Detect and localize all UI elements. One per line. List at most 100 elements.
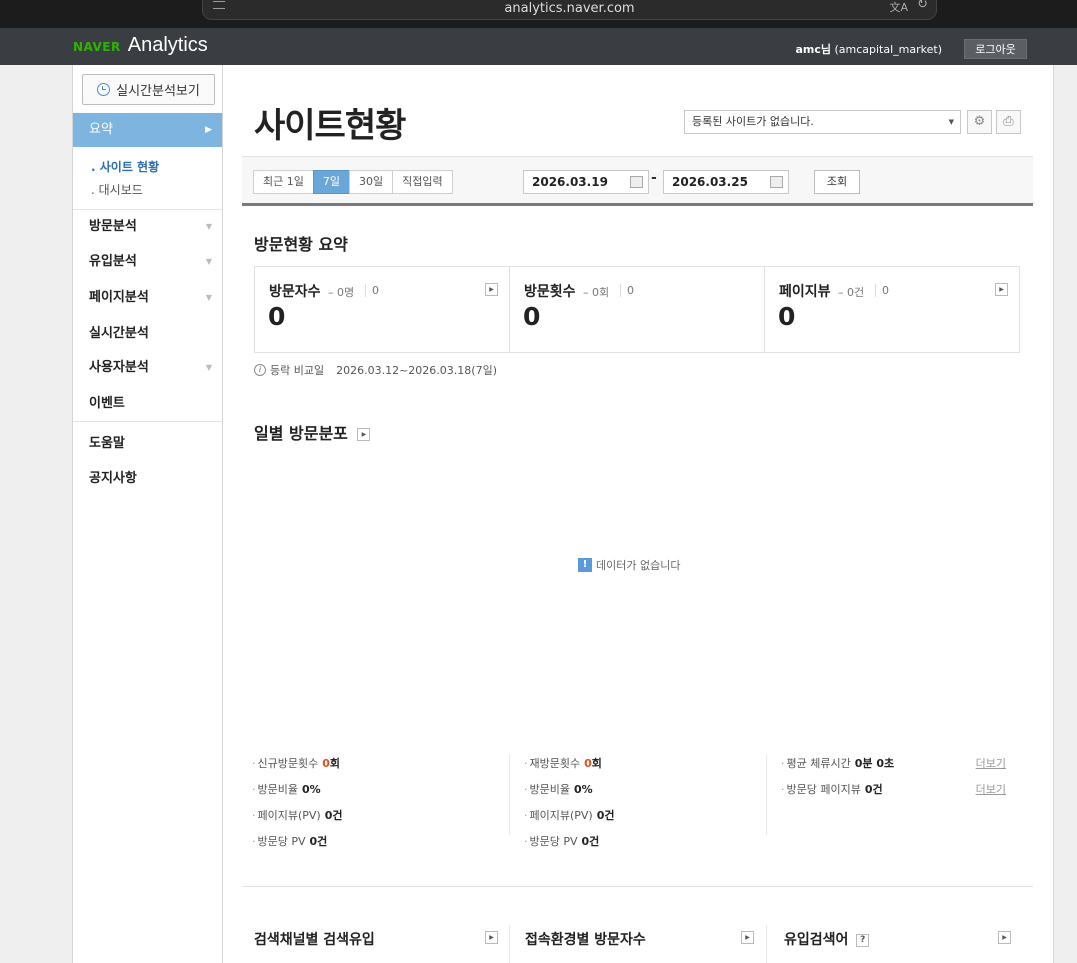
help-icon[interactable]: ? [856,933,870,947]
user-info: amc님 (amcapital_market) [795,41,942,57]
sidebar-subitem-dashboard[interactable]: . 대시보드 [91,181,143,198]
sidebar-item-event[interactable]: 이벤트 [73,386,222,421]
summary-label: 방문횟수 [524,284,576,300]
divider [242,886,1033,887]
compare-note: i 등락 비교일 2026.03.12~2026.03.18(7일) [254,362,497,378]
search-button[interactable]: 조회 [814,170,860,194]
stat-value: 0건 [324,809,343,822]
chevron-down-icon: ▼ [205,363,212,372]
stat-label: 방문당 PV [529,835,578,848]
divider [509,925,510,963]
chevron-right-icon[interactable]: ▶ [995,283,1008,296]
no-data-text: 데이터가 없습니다 [596,559,681,572]
sidebar-item-help[interactable]: 도움말 [73,426,222,461]
search-keywords-text: 유입검색어 [784,932,849,948]
range-tabs: 최근 1일 7일 30일 직접입력 [253,170,453,194]
sidebar-item-label: 사용자분석 [89,360,149,375]
address-bar[interactable]: analytics.naver.com 文A ↻ [202,0,937,20]
calendar-icon[interactable] [770,176,783,188]
clock-icon [97,83,111,96]
chevron-right-icon[interactable]: ▶ [741,931,754,944]
search-keywords-title: 유입검색어 ? [784,929,870,949]
stat-row: · 신규방문횟수 0회 [252,757,341,770]
summary-label: 페이지뷰 [779,284,831,300]
stat-row: · 재방문횟수 0회 [524,757,602,770]
sidebar-item-label: 페이지분석 [89,290,149,305]
stat-value: 0건 [581,835,600,848]
stat-label: 방문비율 [257,783,298,796]
sidebar-item-realtime-analysis[interactable]: 실시간분석 [73,316,222,351]
sidebar: 실시간분석보기 요약 ▶ . 사이트 현황 . 대시보드 방문분석 ▼ 유입분석… [72,65,223,963]
stats-return-visits: · 재방문횟수 0회 · 방문비율 0% · 페이지뷰(PV) 0건 · 방문당 PV 0건 [524,755,774,859]
stats-duration: · 평균 체류시간 0분 0초 더보기 · 방문당 페이지뷰 0건 더보기 [781,755,1006,807]
translate-icon[interactable]: 文A [889,0,908,15]
daily-section-title: 일별 방문분포 ▶ [254,420,371,444]
start-date-input[interactable]: 2026.03.19 [523,170,649,194]
stat-label: 신규방문횟수 [257,757,319,770]
settings-button[interactable]: ⚙ [967,110,992,134]
brand-logo[interactable]: NAVER Analytics [73,34,208,57]
reload-icon[interactable]: ↻ [917,0,928,12]
stat-value: 회 [591,757,602,770]
stat-value: 0% [301,783,321,796]
stat-value: 0건 [864,783,883,796]
range-tab-1day[interactable]: 최근 1일 [253,170,314,194]
sidebar-item-notice[interactable]: 공지사항 [73,461,222,496]
stat-label: 재방문횟수 [529,757,581,770]
stats-new-visits: · 신규방문횟수 0회 · 방문비율 0% · 페이지뷰(PV) 0건 · 방문당 PV 0건 [252,755,502,859]
calendar-icon[interactable] [630,176,643,188]
stat-label: 평균 체류시간 [786,757,851,770]
summary-delta: – 0건 [838,286,865,299]
summary-value: 0 [778,302,796,331]
range-tab-custom[interactable]: 직접입력 [392,170,453,194]
sidebar-item-inflow-analysis[interactable]: 유입분석 ▼ [73,244,222,279]
stat-row: · 방문비율 0% [524,783,593,796]
sidebar-item-page-analysis[interactable]: 페이지분석 ▼ [73,280,222,315]
logout-button[interactable]: 로그아웃 [964,39,1027,59]
divider [73,421,222,422]
brand-product: Analytics [127,34,208,56]
divider [766,755,767,835]
brand-naver: NAVER [73,40,121,54]
stat-label: 방문비율 [529,783,570,796]
page-title: 사이트현황 [254,106,406,146]
chevron-right-icon: ▶ [205,125,212,135]
range-tab-7days[interactable]: 7일 [312,170,350,194]
chevron-right-icon[interactable]: ▶ [485,931,498,944]
stat-value: 회 [329,757,341,770]
sidebar-item-summary[interactable]: 요약 ▶ [73,113,222,147]
site-select[interactable]: 등록된 사이트가 없습니다. ▼ [684,110,961,134]
more-link-duration[interactable]: 더보기 [976,755,1006,771]
summary-prev: 0 [365,284,379,297]
user-id: (amcapital_market) [834,43,942,56]
more-link-pageviews[interactable]: 더보기 [976,781,1006,797]
printer-icon: ⎙ [1003,114,1014,129]
end-date-value: 2026.03.25 [672,175,748,189]
warning-icon: ! [578,558,592,572]
realtime-analysis-button[interactable]: 실시간분석보기 [82,74,215,105]
summary-prev: 0 [875,284,889,297]
search-channel-title: 검색채널별 검색유입 [254,932,375,948]
end-date-input[interactable]: 2026.03.25 [663,170,789,194]
stat-row: · 페이지뷰(PV) 0건 [252,809,343,822]
chevron-right-icon[interactable]: ▶ [357,428,371,441]
sidebar-item-user-analysis[interactable]: 사용자분석 ▼ [73,350,222,385]
chevron-right-icon[interactable]: ▶ [485,283,498,296]
stat-label: 페이지뷰(PV) [257,809,321,822]
compare-label: 등락 비교일 [270,364,325,377]
sidebar-subitem-site-status[interactable]: . 사이트 현황 [91,158,159,175]
chevron-right-icon[interactable]: ▶ [998,931,1011,944]
date-range-dash: - [651,170,657,186]
site-select-value: 등록된 사이트가 없습니다. [692,115,814,128]
user-name: amc님 [795,43,831,56]
chevron-down-icon: ▼ [205,293,212,302]
stat-row: · 방문당 PV 0건 [524,835,600,848]
range-tab-30days[interactable]: 30일 [348,170,394,194]
stat-row: · 방문비율 0% [252,783,321,796]
print-button[interactable]: ⎙ [996,110,1021,134]
address-url[interactable]: analytics.naver.com [203,1,936,16]
summary-value: 0 [268,302,286,331]
sidebar-item-visit-analysis[interactable]: 방문분석 ▼ [73,209,222,244]
start-date-value: 2026.03.19 [532,175,608,189]
stat-value: 0건 [596,809,615,822]
